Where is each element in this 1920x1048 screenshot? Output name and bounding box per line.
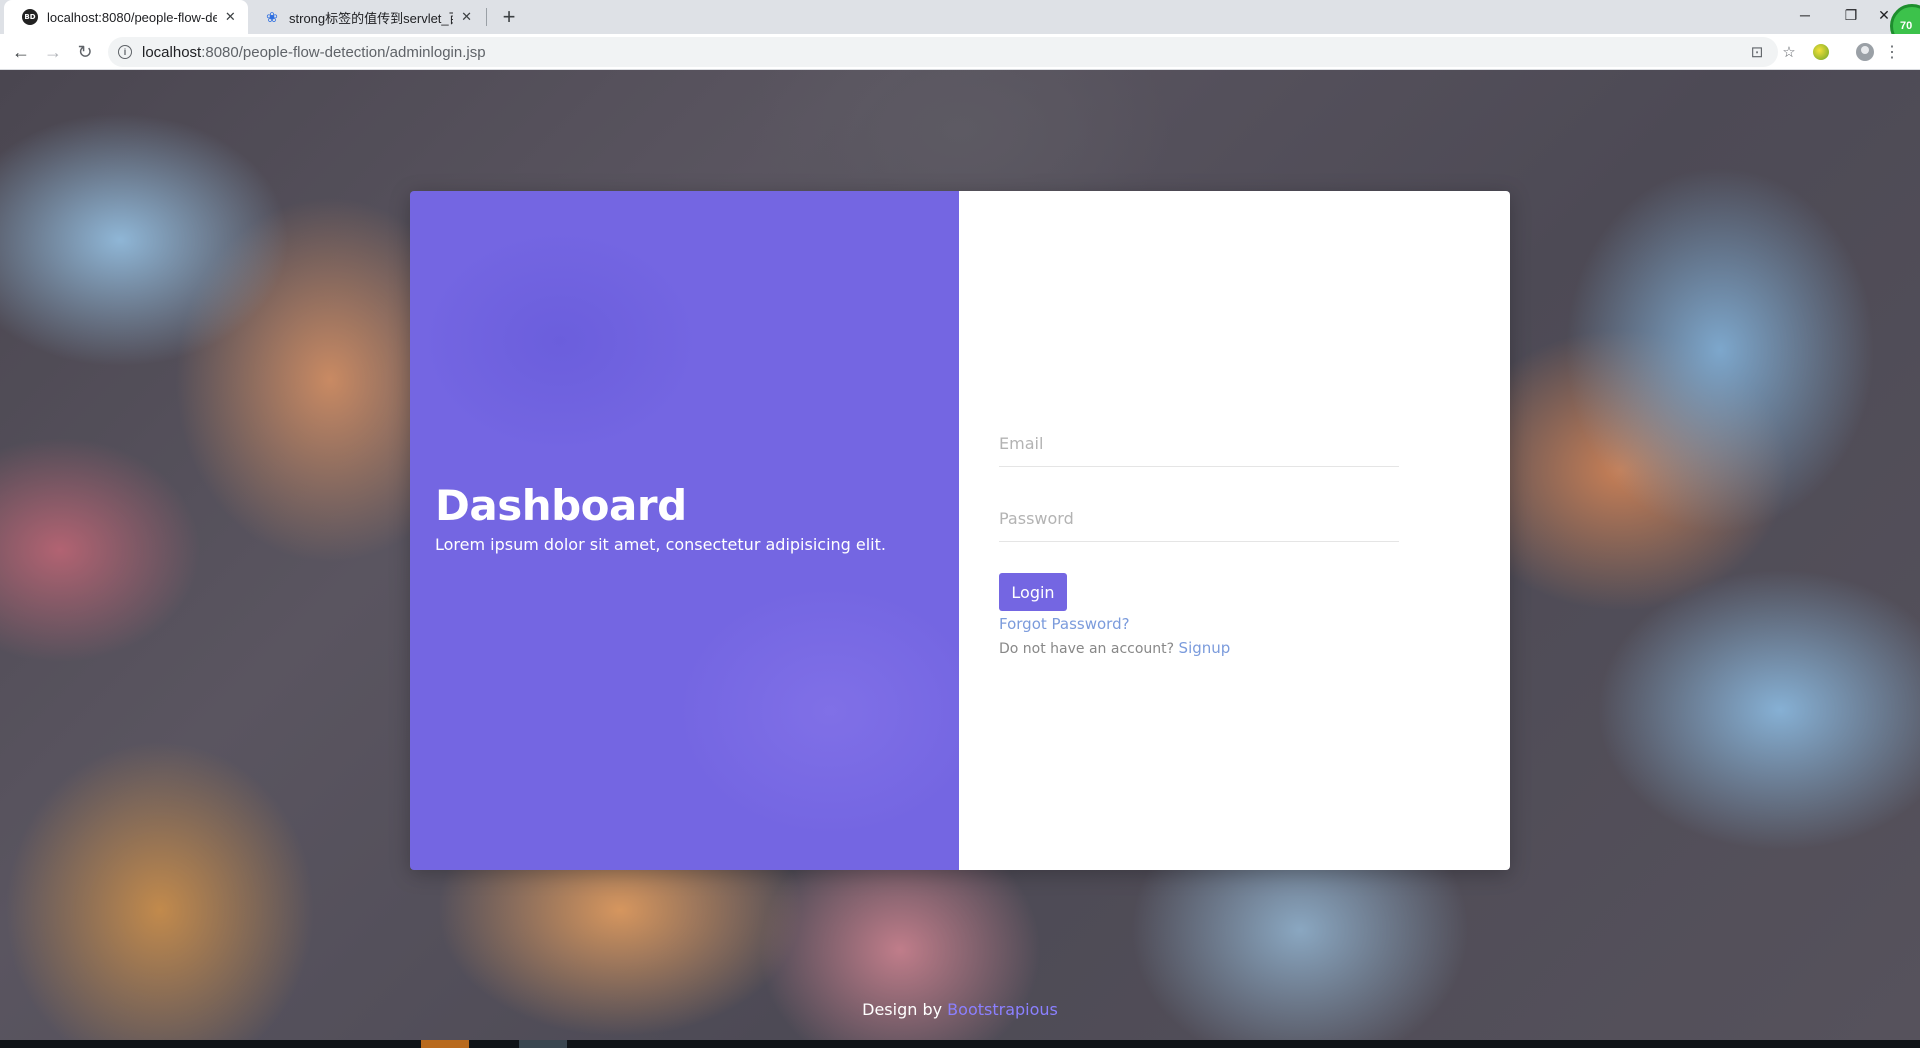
- signup-prompt: Do not have an account? Signup: [999, 639, 1399, 657]
- url-text: localhost:8080/people-flow-detection/adm…: [142, 44, 486, 61]
- password-field[interactable]: [999, 496, 1399, 542]
- tab-title: strong标签的值传到servlet_百度: [289, 10, 453, 26]
- login-form: Login Forgot Password? Do not have an ac…: [999, 421, 1399, 657]
- browser-toolbar: ← → ↻ i localhost:8080/people-flow-detec…: [0, 34, 1920, 70]
- hero-subtitle: Lorem ipsum dolor sit amet, consectetur …: [435, 535, 886, 555]
- forward-arrow-icon[interactable]: →: [39, 38, 67, 66]
- taskbar-item[interactable]: [519, 1040, 567, 1048]
- restore-icon[interactable]: ❐: [1828, 0, 1874, 30]
- no-account-text: Do not have an account?: [999, 641, 1175, 657]
- tab-strip: BD localhost:8080/people-flow-de ✕ ❀ str…: [0, 0, 1920, 48]
- login-card: Dashboard Lorem ipsum dolor sit amet, co…: [410, 191, 1510, 870]
- page-viewport: Dashboard Lorem ipsum dolor sit amet, co…: [0, 70, 1920, 1040]
- url-path: :8080/people-flow-detection/adminlogin.j…: [201, 43, 486, 61]
- close-tab-icon[interactable]: ✕: [223, 9, 238, 25]
- extension-icon[interactable]: [1807, 38, 1835, 66]
- menu-kebab-icon[interactable]: ⋮: [1883, 38, 1901, 66]
- back-arrow-icon[interactable]: ←: [7, 38, 35, 66]
- tab-title: localhost:8080/people-flow-de: [47, 9, 217, 25]
- email-field[interactable]: [999, 421, 1399, 467]
- new-tab-icon[interactable]: +: [496, 4, 522, 29]
- page-title: Dashboard: [435, 481, 687, 530]
- tab-baidu[interactable]: ❀ strong标签的值传到servlet_百度 ✕: [246, 0, 484, 34]
- hero-panel: Dashboard Lorem ipsum dolor sit amet, co…: [410, 191, 959, 870]
- url-host: localhost: [142, 43, 202, 61]
- paw-icon: ❀: [266, 8, 278, 25]
- address-bar[interactable]: i localhost:8080/people-flow-detection/a…: [108, 37, 1796, 67]
- info-icon[interactable]: i: [118, 45, 132, 59]
- footer-prefix: Design by: [862, 1000, 943, 1019]
- forgot-password-link[interactable]: Forgot Password?: [999, 615, 1399, 633]
- tab-divider: [486, 8, 487, 26]
- reload-icon[interactable]: ↻: [71, 38, 99, 66]
- site-favicon-icon: BD: [22, 9, 38, 25]
- form-panel: Login Forgot Password? Do not have an ac…: [959, 191, 1510, 870]
- bookmark-star-icon[interactable]: ☆: [1776, 37, 1802, 67]
- close-tab-icon[interactable]: ✕: [459, 9, 474, 25]
- footer-link[interactable]: Bootstrapious: [947, 1000, 1058, 1019]
- login-button[interactable]: Login: [999, 573, 1067, 611]
- tab-adminlogin[interactable]: BD localhost:8080/people-flow-de ✕: [4, 0, 248, 34]
- taskbar: [0, 1040, 1920, 1048]
- footer-credit: Design by Bootstrapious: [0, 1000, 1920, 1019]
- translate-icon[interactable]: ⊡: [1744, 37, 1770, 67]
- minimize-icon[interactable]: ─: [1782, 0, 1828, 30]
- taskbar-item[interactable]: [421, 1040, 469, 1048]
- signup-link[interactable]: Signup: [1179, 639, 1231, 657]
- profile-avatar-icon[interactable]: [1851, 38, 1879, 66]
